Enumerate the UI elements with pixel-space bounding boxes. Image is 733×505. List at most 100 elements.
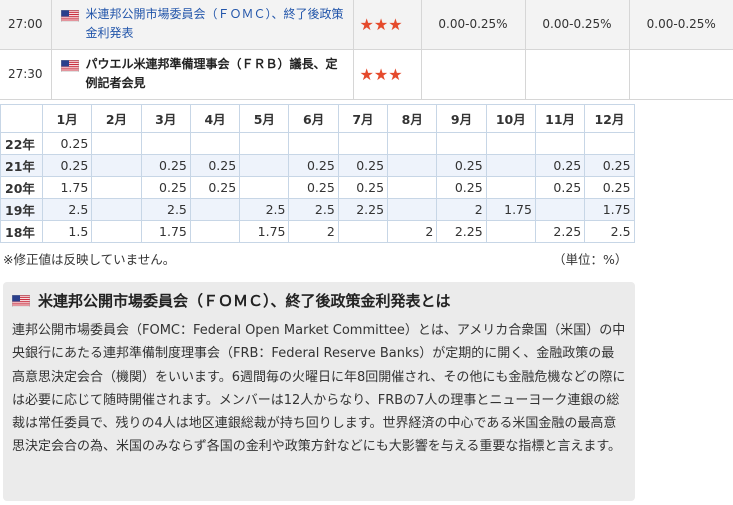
month-header: 7月: [337, 104, 389, 133]
previous-value: [421, 49, 526, 100]
history-year: 21年: [0, 154, 43, 177]
history-cell: [436, 132, 487, 155]
history-cell: 0.25: [534, 154, 586, 177]
history-cell: 2.25: [337, 198, 389, 221]
history-cell: 0.25: [288, 176, 339, 199]
month-header: 2月: [91, 104, 142, 133]
us-flag-icon: [60, 10, 79, 23]
history-cell: [485, 176, 536, 199]
history-cell: [387, 176, 438, 199]
event-title: パウエル米連邦準備理事会（ＦＲＢ）議長、定例記者会見: [85, 57, 338, 90]
history-cell: 0.25: [41, 132, 93, 155]
month-header: 10月: [485, 104, 536, 133]
history-cell: 2.5: [140, 198, 191, 221]
history-row: 18年 1.5 1.75 1.75 2 2 2.25 2.25 2.5: [0, 220, 635, 243]
history-row: 21年 0.25 0.25 0.25 0.25 0.25 0.25 0.25 0.25: [0, 154, 635, 177]
description-title-text: 米連邦公開市場委員会（ＦＯＭＣ）、終了後政策金利発表とは: [38, 292, 451, 310]
history-cell: 1.75: [485, 198, 536, 221]
history-cell: 2: [288, 220, 339, 243]
history-cell: [534, 198, 586, 221]
history-cell: 0.25: [436, 154, 487, 177]
history-cell: 0.25: [189, 176, 241, 199]
event-time: 27:00: [0, 0, 52, 50]
us-flag-icon: [60, 60, 79, 72]
history-corner: [0, 104, 43, 133]
history-cell: 2: [436, 198, 487, 221]
history-cell: 2.25: [534, 220, 586, 243]
history-year: 20年: [0, 176, 43, 199]
forecast-value: [525, 49, 630, 100]
month-header: 1月: [41, 104, 93, 133]
history-row: 22年 0.25: [0, 132, 635, 155]
history-cell: 1.75: [239, 220, 290, 243]
history-cell: 1.75: [140, 220, 191, 243]
event-row: 27:00 米連邦公開市場委員会（ＦＯＭＣ）、終了後政策金利発表 ★★★ 0.0…: [0, 0, 733, 50]
history-cell: [91, 198, 142, 221]
result-value: [629, 49, 733, 100]
us-flag-icon: [12, 295, 30, 307]
history-cell: [189, 220, 241, 243]
history-cell: [239, 176, 290, 199]
history-cell: [485, 132, 536, 155]
event-name-cell: パウエル米連邦準備理事会（ＦＲＢ）議長、定例記者会見: [51, 49, 354, 100]
event-title-link[interactable]: 米連邦公開市場委員会（ＦＯＭＣ）、終了後政策金利発表: [86, 7, 344, 40]
history-row: 19年 2.5 2.5 2.5 2.5 2.25 2 1.75 1.75: [0, 198, 635, 221]
history-cell: [485, 220, 536, 243]
history-cell: 1.75: [584, 198, 635, 221]
history-row: 20年 1.75 0.25 0.25 0.25 0.25 0.25 0.25 0.25: [0, 176, 635, 199]
history-cell: [584, 132, 635, 155]
result-value: 0.00-0.25%: [629, 0, 733, 50]
history-cell: [91, 132, 142, 155]
history-cell: [534, 132, 586, 155]
history-cell: [239, 154, 290, 177]
history-cell: 0.25: [41, 154, 93, 177]
history-cell: [189, 132, 241, 155]
history-cell: [140, 132, 191, 155]
history-cell: 0.25: [534, 176, 586, 199]
history-cell: 1.5: [41, 220, 93, 243]
history-cell: 0.25: [337, 154, 389, 177]
description-title: 米連邦公開市場委員会（ＦＯＭＣ）、終了後政策金利発表とは: [12, 291, 626, 311]
history-cell: 2: [387, 220, 438, 243]
history-cell: [337, 132, 389, 155]
event-row: 27:30 パウエル米連邦準備理事会（ＦＲＢ）議長、定例記者会見 ★★★: [0, 49, 733, 100]
history-year: 22年: [0, 132, 43, 155]
history-cell: [387, 132, 438, 155]
description-panel: 米連邦公開市場委員会（ＦＯＭＣ）、終了後政策金利発表とは 連邦公開市場委員会（F…: [3, 282, 635, 501]
history-cell: [387, 198, 438, 221]
history-cell: 0.25: [584, 154, 635, 177]
history-cell: 0.25: [584, 176, 635, 199]
history-year: 19年: [0, 198, 43, 221]
history-cell: 0.25: [189, 154, 241, 177]
history-header-row: 1月 2月 3月 4月 5月 6月 7月 8月 9月 10月 11月 12月: [0, 104, 635, 133]
month-header: 9月: [436, 104, 487, 133]
description-body: 連邦公開市場委員会（FOMC：Federal Open Market Commi…: [12, 323, 626, 455]
history-cell: [387, 154, 438, 177]
history-cell: [91, 220, 142, 243]
month-header: 11月: [534, 104, 586, 133]
importance-stars: ★★★: [353, 49, 422, 100]
month-header: 6月: [288, 104, 339, 133]
history-cell: 0.25: [337, 176, 389, 199]
history-table: 1月 2月 3月 4月 5月 6月 7月 8月 9月 10月 11月 12月 2…: [0, 104, 635, 243]
unit-label: （単位：%）: [553, 252, 628, 267]
history-cell: 0.25: [436, 176, 487, 199]
history-cell: [337, 220, 389, 243]
history-cell: [485, 154, 536, 177]
history-cell: 2.5: [288, 198, 339, 221]
history-cell: 0.25: [288, 154, 339, 177]
history-cell: 2.5: [584, 220, 635, 243]
month-header: 12月: [584, 104, 635, 133]
month-header: 4月: [189, 104, 241, 133]
history-cell: 2.5: [239, 198, 290, 221]
event-name-cell: 米連邦公開市場委員会（ＦＯＭＣ）、終了後政策金利発表: [51, 0, 354, 50]
history-cell: [91, 176, 142, 199]
previous-value: 0.00-0.25%: [421, 0, 526, 50]
month-header: 8月: [387, 104, 438, 133]
history-cell: 2.5: [41, 198, 93, 221]
event-table: 27:00 米連邦公開市場委員会（ＦＯＭＣ）、終了後政策金利発表 ★★★ 0.0…: [0, 0, 733, 100]
revision-note: ※修正値は反映していません。: [3, 252, 176, 267]
history-cell: 2.25: [436, 220, 487, 243]
importance-stars: ★★★: [353, 0, 422, 50]
history-cell: [189, 198, 241, 221]
